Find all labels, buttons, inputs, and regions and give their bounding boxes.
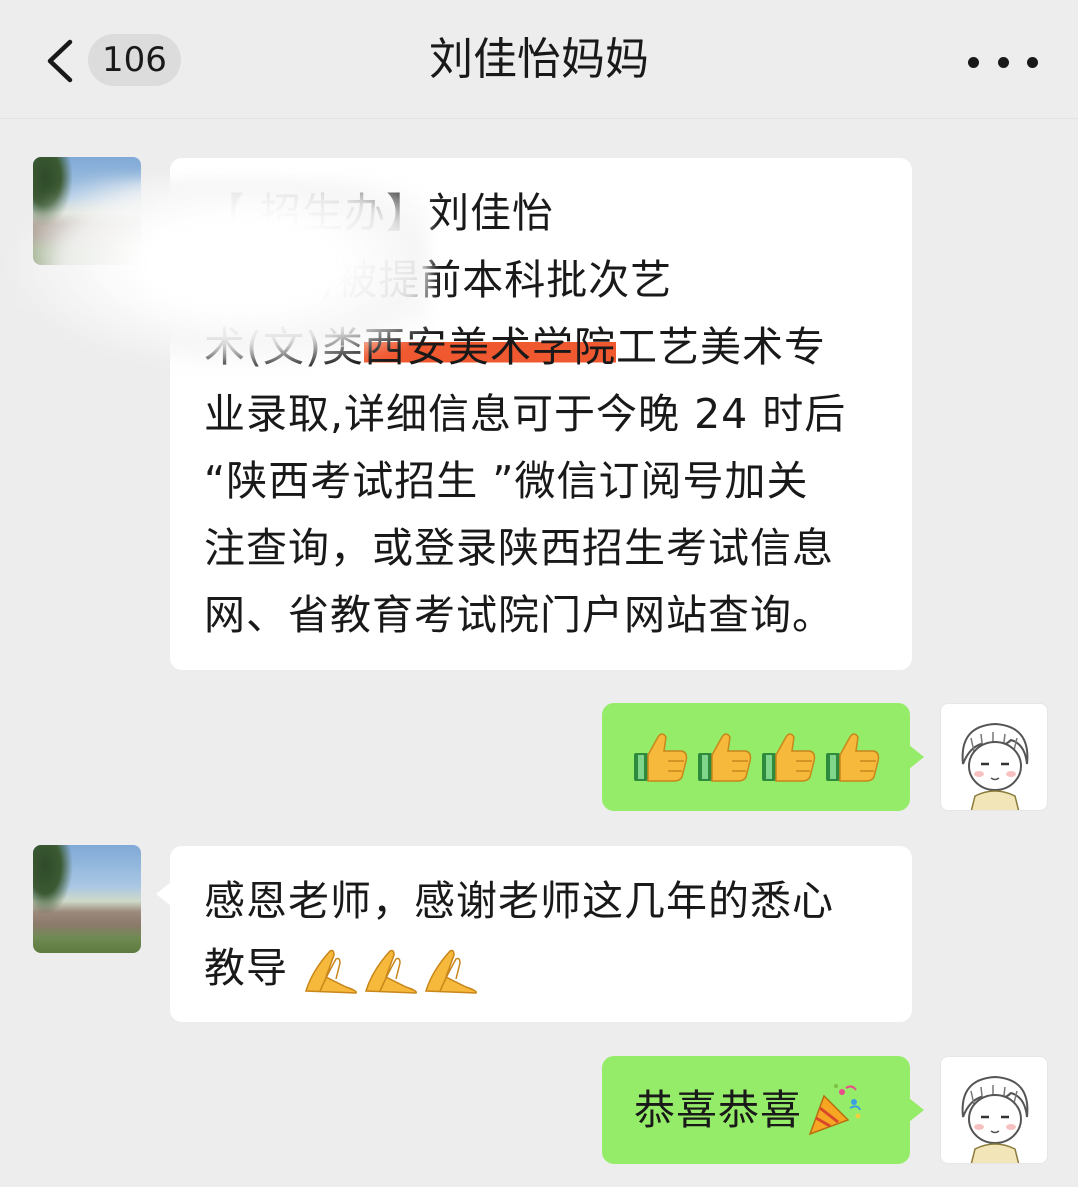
thumbs-up-icon bbox=[826, 733, 880, 782]
thumbs-up-icon bbox=[634, 733, 688, 782]
more-options-icon[interactable] bbox=[968, 48, 1038, 76]
message-line: 教导 bbox=[204, 935, 882, 1002]
message-line: ( 65)被提前本科批次艺 bbox=[234, 256, 673, 304]
highlighted-school-name: 西安美术学院 bbox=[364, 323, 616, 371]
message-fragment: 术(文)类 bbox=[204, 323, 364, 371]
thumbs-up-icon bbox=[762, 733, 816, 782]
thumbs-up-icon bbox=[698, 733, 752, 782]
party-popper-icon bbox=[808, 1084, 861, 1136]
message-fragment: 工艺美术专 bbox=[616, 323, 826, 371]
message-line: 注查询，或登录陕西招生考试信息 bbox=[204, 524, 834, 572]
chat-title: 刘佳怡妈妈 bbox=[429, 34, 649, 85]
message-bubble-thanks[interactable]: 感恩老师，感谢老师这几年的悉心 教导 bbox=[156, 846, 912, 1022]
folded-hands-icon bbox=[425, 949, 478, 994]
message-bubble-congrats[interactable]: 恭喜恭喜 bbox=[602, 1056, 924, 1164]
message-line: 感恩老师，感谢老师这几年的悉心 bbox=[204, 877, 834, 925]
chat-header: 106 刘佳怡妈妈 bbox=[0, 0, 1078, 119]
message-text: 恭喜恭喜 bbox=[634, 1085, 802, 1134]
message-line: 网、省教育考试院门户网站查询。 bbox=[204, 591, 834, 639]
message-bubble-thumbs-up[interactable] bbox=[602, 703, 924, 811]
self-avatar[interactable] bbox=[940, 1056, 1048, 1164]
folded-hands-icon bbox=[365, 949, 418, 994]
self-avatar[interactable] bbox=[940, 703, 1048, 811]
message-line: 业录取,详细信息可于今晚 24 时后 bbox=[204, 390, 847, 438]
peer-avatar[interactable] bbox=[33, 845, 141, 953]
message-line: “陕西考试招生 ”微信订阅号加关 bbox=[204, 457, 809, 505]
message-bubble-admission-notice[interactable]: 【 招生办】刘佳怡 ( 65)被提前本科批次艺 术(文)类西安美术学院工艺美术专… bbox=[10, 158, 912, 670]
message-line: 术(文)类西安美术学院工艺美术专 bbox=[204, 314, 882, 381]
message-fragment: 教导 bbox=[204, 944, 288, 992]
cartoon-boy-avatar-icon bbox=[961, 1075, 1029, 1163]
folded-hands-icon bbox=[305, 949, 358, 994]
cartoon-boy-avatar-icon bbox=[961, 722, 1029, 810]
peer-avatar[interactable] bbox=[33, 157, 141, 265]
message-line: 【 招生办】刘佳怡 bbox=[204, 189, 555, 237]
